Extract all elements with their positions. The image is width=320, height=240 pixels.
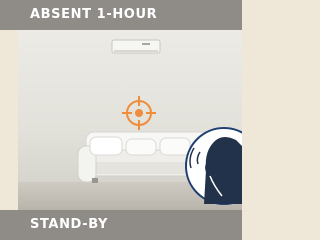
mode-status: STAND-BY — [30, 217, 109, 232]
mode-panel: ABSENT 1-HOUR STAND-BY — [0, 0, 242, 240]
crosshair-target-icon — [122, 96, 156, 130]
air-conditioner — [111, 39, 161, 54]
mode-title: ABSENT 1-HOUR — [30, 7, 158, 22]
room-illustration — [77, 39, 242, 205]
